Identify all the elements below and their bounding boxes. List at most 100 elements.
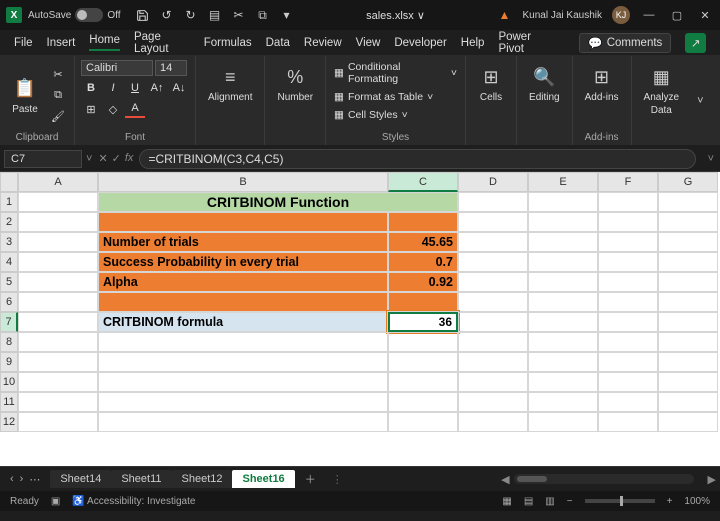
close-icon[interactable]: ✕: [696, 9, 714, 22]
cell[interactable]: [458, 412, 528, 432]
save-icon[interactable]: [135, 7, 151, 23]
cell[interactable]: [458, 252, 528, 272]
minimize-icon[interactable]: —: [640, 9, 658, 21]
menu-home[interactable]: Home: [89, 34, 120, 51]
row-header-9[interactable]: 9: [0, 352, 18, 372]
cell[interactable]: [98, 352, 388, 372]
cancel-formula-icon[interactable]: ✕: [98, 152, 107, 165]
tab-sheet16[interactable]: Sheet16: [232, 470, 294, 488]
scroll-right-icon[interactable]: ▶: [704, 473, 720, 486]
cell[interactable]: [18, 272, 98, 292]
menu-file[interactable]: File: [14, 37, 33, 49]
cell[interactable]: [598, 212, 658, 232]
tab-next-icon[interactable]: ›: [20, 473, 24, 486]
cell[interactable]: [388, 372, 458, 392]
cell[interactable]: [598, 232, 658, 252]
name-box[interactable]: [4, 150, 82, 168]
cell[interactable]: [18, 312, 98, 332]
col-header-G[interactable]: G: [658, 172, 718, 192]
cell[interactable]: [528, 412, 598, 432]
italic-button[interactable]: I: [103, 79, 123, 97]
cell-b7[interactable]: CRITBINOM formula: [98, 312, 388, 332]
underline-button[interactable]: U: [125, 79, 145, 97]
cell[interactable]: [458, 292, 528, 312]
cell[interactable]: [98, 412, 388, 432]
cell[interactable]: [458, 372, 528, 392]
cell-b3[interactable]: Number of trials: [98, 232, 388, 252]
view-normal-icon[interactable]: ▦: [502, 496, 511, 507]
col-header-F[interactable]: F: [598, 172, 658, 192]
cell[interactable]: [458, 272, 528, 292]
font-color-icon[interactable]: A: [125, 100, 145, 118]
cell[interactable]: [458, 192, 528, 212]
qat-more-icon[interactable]: ▾: [279, 7, 295, 23]
cell[interactable]: [528, 212, 598, 232]
view-page-break-icon[interactable]: ▥: [545, 496, 554, 507]
tab-more-icon[interactable]: ⋯: [29, 473, 40, 486]
cell[interactable]: [18, 372, 98, 392]
cell-c4[interactable]: 0.7: [388, 252, 458, 272]
cell[interactable]: [598, 312, 658, 332]
cell[interactable]: [98, 292, 388, 312]
redo-icon[interactable]: ↻: [183, 7, 199, 23]
col-header-A[interactable]: A: [18, 172, 98, 192]
cell[interactable]: [388, 392, 458, 412]
menu-review[interactable]: Review: [304, 37, 342, 49]
col-header-E[interactable]: E: [528, 172, 598, 192]
cell[interactable]: [658, 372, 718, 392]
zoom-in-icon[interactable]: +: [667, 496, 673, 507]
cell-c5[interactable]: 0.92: [388, 272, 458, 292]
menu-view[interactable]: View: [356, 37, 381, 49]
cell[interactable]: [98, 212, 388, 232]
menu-help[interactable]: Help: [461, 37, 485, 49]
cell[interactable]: [658, 412, 718, 432]
cell[interactable]: [458, 392, 528, 412]
row-header-6[interactable]: 6: [0, 292, 18, 312]
cell[interactable]: [598, 292, 658, 312]
cell[interactable]: [658, 192, 718, 212]
cell[interactable]: [528, 232, 598, 252]
fx-icon[interactable]: fx: [125, 152, 134, 165]
cell[interactable]: [18, 332, 98, 352]
menu-data[interactable]: Data: [266, 37, 290, 49]
cell[interactable]: [598, 372, 658, 392]
cell[interactable]: [18, 252, 98, 272]
conditional-formatting-button[interactable]: ▦Conditional Formatting ˅: [332, 60, 459, 86]
cell[interactable]: [18, 192, 98, 212]
menu-page-layout[interactable]: Page Layout: [134, 31, 190, 55]
formula-expand-icon[interactable]: ˅: [702, 153, 720, 165]
cell[interactable]: [18, 232, 98, 252]
row-header-8[interactable]: 8: [0, 332, 18, 352]
cell[interactable]: [98, 372, 388, 392]
cells-button[interactable]: ⊞ Cells: [472, 60, 510, 107]
view-page-layout-icon[interactable]: ▤: [524, 496, 533, 507]
copy-icon[interactable]: ⧉: [255, 7, 271, 23]
zoom-out-icon[interactable]: −: [567, 496, 573, 507]
tab-sheet14[interactable]: Sheet14: [50, 470, 111, 488]
cell[interactable]: [658, 392, 718, 412]
border-icon[interactable]: ⊞: [81, 100, 101, 118]
addins-button[interactable]: ⊞ Add-ins: [579, 60, 625, 107]
cut-icon[interactable]: ✂: [48, 65, 68, 83]
cell[interactable]: [458, 232, 528, 252]
cell[interactable]: [458, 312, 528, 332]
analyze-data-button[interactable]: ▦ Analyze Data: [638, 60, 686, 120]
macro-record-icon[interactable]: ▣: [51, 496, 60, 507]
cell[interactable]: [458, 212, 528, 232]
cell[interactable]: [598, 192, 658, 212]
autosave-toggle[interactable]: AutoSave Off: [28, 8, 121, 22]
document-title[interactable]: sales.xlsx ∨: [301, 9, 491, 22]
cell-b4[interactable]: Success Probability in every trial: [98, 252, 388, 272]
cell[interactable]: [528, 272, 598, 292]
cell[interactable]: [528, 332, 598, 352]
warning-icon[interactable]: ▲: [497, 7, 513, 23]
share-button[interactable]: ↗: [685, 33, 706, 53]
avatar[interactable]: KJ: [612, 6, 630, 24]
increase-font-icon[interactable]: A↑: [147, 79, 167, 97]
cell[interactable]: [658, 232, 718, 252]
cell[interactable]: [598, 252, 658, 272]
row-header-3[interactable]: 3: [0, 232, 18, 252]
cell[interactable]: [528, 312, 598, 332]
row-header-7[interactable]: 7: [0, 312, 18, 332]
spreadsheet-area[interactable]: A B C D E F G 1 CRITBINOM Function 2 3 N…: [0, 172, 720, 466]
